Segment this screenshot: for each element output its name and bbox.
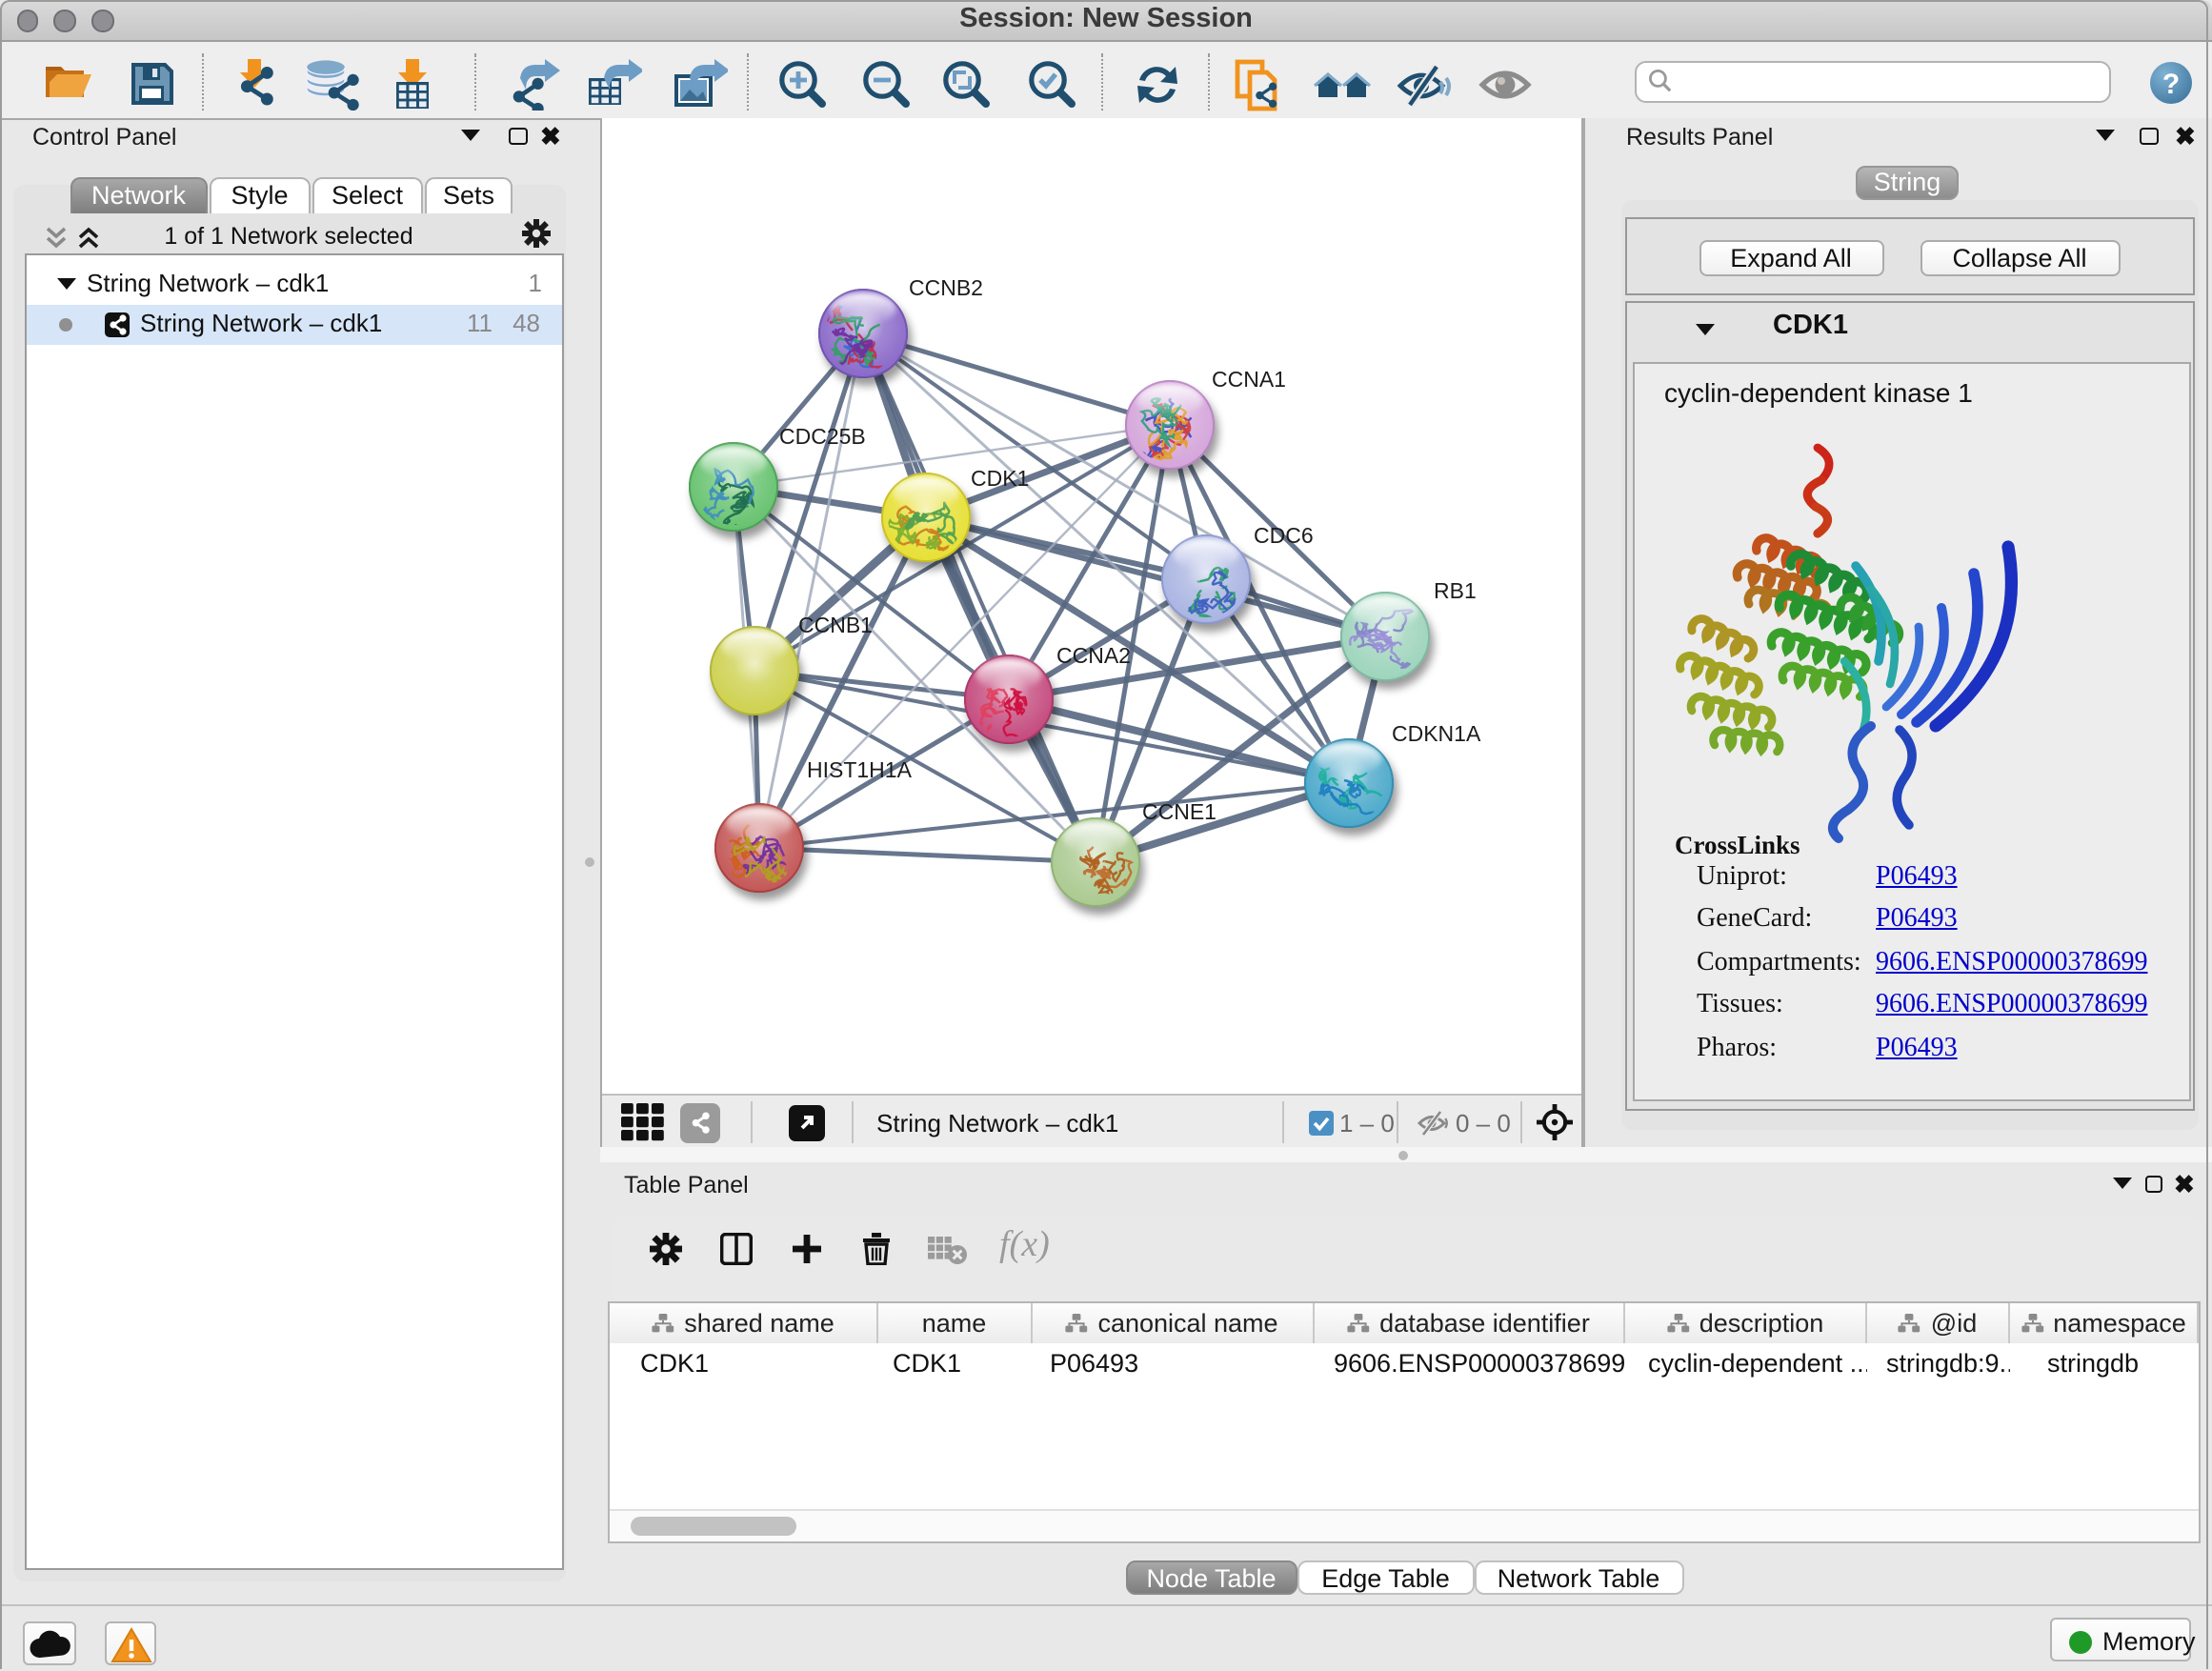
svg-text:CDC6: CDC6 xyxy=(1254,523,1314,548)
svg-text:CCNA2: CCNA2 xyxy=(1056,643,1131,668)
svg-text:CDK1: CDK1 xyxy=(971,466,1029,491)
svg-text:CCNA1: CCNA1 xyxy=(1212,367,1286,392)
svg-text:CCNE1: CCNE1 xyxy=(1142,799,1217,824)
svg-text:RB1: RB1 xyxy=(1434,578,1477,603)
svg-text:CCNB2: CCNB2 xyxy=(909,275,983,300)
svg-text:CDKN1A: CDKN1A xyxy=(1392,721,1481,746)
svg-text:CDC25B: CDC25B xyxy=(779,424,866,449)
svg-text:CCNB1: CCNB1 xyxy=(798,613,873,637)
svg-text:HIST1H1A: HIST1H1A xyxy=(807,757,913,782)
svg-text:?: ? xyxy=(2162,68,2179,99)
